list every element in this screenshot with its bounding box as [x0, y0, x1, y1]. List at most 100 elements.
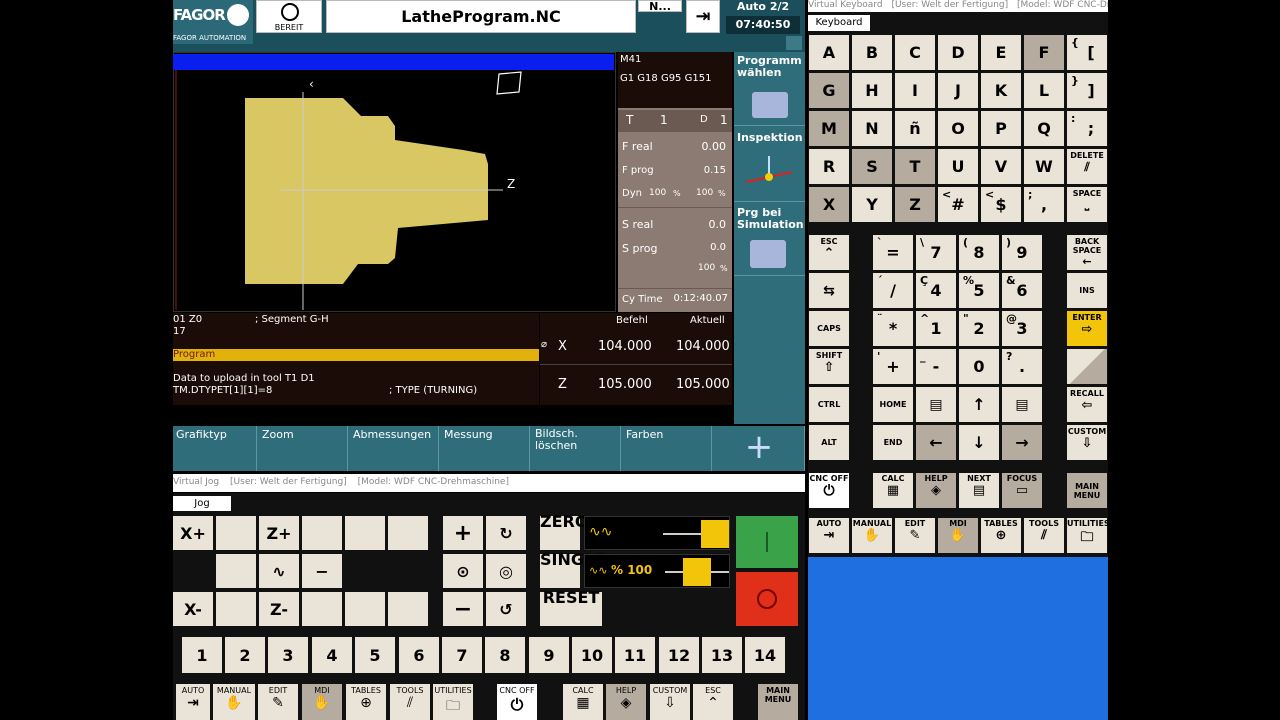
jog-z-minus-button[interactable]: Z-	[259, 592, 299, 626]
kb-key-bracket-close[interactable]: }]	[1067, 73, 1107, 108]
kb-num-key[interactable]: _ -	[916, 349, 956, 384]
jog-blank-key[interactable]	[388, 516, 428, 550]
jog-blank-key[interactable]	[216, 592, 256, 626]
jog-tab[interactable]: Jog	[173, 496, 231, 511]
kb-num-key[interactable]: 0	[959, 349, 999, 384]
kb-key-home[interactable]: HOME	[873, 387, 913, 422]
kb-key-m[interactable]: M	[809, 111, 849, 146]
calc-button[interactable]: CALC ▦	[563, 684, 603, 720]
kb-key-end[interactable]: END	[873, 425, 913, 460]
kb-key-x[interactable]: X	[809, 187, 849, 222]
kb-key-custom[interactable]: CUSTOM ⇩	[1067, 425, 1107, 460]
jog-x-minus-button[interactable]: X-	[173, 592, 213, 626]
side-btn-inspektion[interactable]: Inspektion	[734, 128, 805, 202]
kb-help-button[interactable]: HELP ◈	[916, 473, 956, 508]
kb-num-key[interactable]: ' +	[873, 349, 913, 384]
number-key[interactable]: 14	[745, 637, 785, 673]
kb-key-hash[interactable]: < #	[938, 187, 978, 222]
jog-rapid-button[interactable]: ∿	[259, 554, 299, 588]
jog-blank-key[interactable]	[302, 516, 342, 550]
kb-calc-button[interactable]: CALC ▦	[873, 473, 913, 508]
kb-key-n[interactable]: N	[852, 111, 892, 146]
esc-button[interactable]: ESC ⌃	[693, 684, 733, 720]
kb-num-key[interactable]: ^ 1	[916, 311, 956, 346]
kb-num-key[interactable]: Ç4	[916, 273, 956, 308]
kb-num-key[interactable]: @3	[1002, 311, 1042, 346]
kb-num-key[interactable]: \ 7	[916, 235, 956, 270]
kb-key-enter[interactable]: ENTER ⇨	[1067, 311, 1107, 346]
softkey-farben[interactable]: Farben	[623, 426, 712, 471]
number-key[interactable]: 7	[442, 637, 482, 673]
kb-key-a[interactable]: A	[809, 35, 849, 70]
status-indicator[interactable]: BEREIT	[256, 0, 322, 33]
kb-mode-tables[interactable]: TABLES ⊕	[981, 518, 1021, 553]
kb-num-key[interactable]: (8	[959, 235, 999, 270]
spindle-plus-button[interactable]: +	[443, 516, 483, 550]
jog-blank-key[interactable]	[388, 592, 428, 626]
kb-key-semicolon[interactable]: :;	[1067, 111, 1107, 146]
number-key[interactable]: 1	[182, 637, 222, 673]
kb-key-caps[interactable]: CAPS	[809, 311, 849, 346]
kb-mode-mdi[interactable]: MDI ✋	[938, 518, 978, 553]
kb-key-u[interactable]: U	[938, 149, 978, 184]
kb-key-j[interactable]: J	[938, 73, 978, 108]
kb-key-esc[interactable]: ESC ⌃	[809, 235, 849, 270]
side-btn-programm[interactable]: Programm wählen	[734, 52, 805, 126]
number-key[interactable]: 9	[529, 637, 569, 673]
spindle-minus-button[interactable]: −	[443, 592, 483, 626]
feed-override-slider[interactable]: ∿∿ % 100	[584, 554, 730, 588]
kb-key-blank[interactable]	[1067, 349, 1107, 384]
single-button[interactable]: SINGLE	[540, 552, 605, 588]
kb-num-key[interactable]: ` =	[873, 235, 913, 270]
number-key[interactable]: 3	[268, 637, 308, 673]
number-key[interactable]: 13	[702, 637, 742, 673]
kb-key-pgup[interactable]: ▤	[916, 387, 956, 422]
number-key[interactable]: 8	[485, 637, 525, 673]
kb-key-right[interactable]: →	[1002, 425, 1042, 460]
cnc-off-button[interactable]: CNC OFF ⏻	[497, 684, 537, 720]
spindle-stop-button[interactable]: ◎	[486, 554, 526, 588]
kb-key-up[interactable]: ↑	[959, 387, 999, 422]
kb-num-key[interactable]: & 6	[1002, 273, 1042, 308]
kb-num-key[interactable]: ´ /	[873, 273, 913, 308]
kb-key-w[interactable]: W	[1024, 149, 1064, 184]
kb-key-d[interactable]: D	[938, 35, 978, 70]
kb-key-s[interactable]: S	[852, 149, 892, 184]
mode-manual-button[interactable]: MANUAL ✋	[213, 684, 255, 720]
kb-key-i[interactable]: I	[895, 73, 935, 108]
kb-key-k[interactable]: K	[981, 73, 1021, 108]
slider-thumb[interactable]	[701, 520, 729, 548]
number-key[interactable]: 2	[225, 637, 265, 673]
jog-blank-key[interactable]	[216, 554, 256, 588]
softkey-zoom[interactable]: Zoom	[259, 426, 348, 471]
slider-thumb[interactable]	[683, 558, 711, 586]
kb-key-q[interactable]: Q	[1024, 111, 1064, 146]
kb-main-menu-button[interactable]: MAIN MENU	[1067, 473, 1107, 508]
kb-key-bracket-open[interactable]: {[	[1067, 35, 1107, 70]
kb-num-key[interactable]: " 2	[959, 311, 999, 346]
kb-key-z[interactable]: Z	[895, 187, 935, 222]
kb-key-space[interactable]: SPACE ⎵	[1067, 187, 1107, 222]
cycle-stop-button[interactable]	[736, 572, 798, 626]
kb-key-h[interactable]: H	[852, 73, 892, 108]
kb-key-ctrl[interactable]: CTRL	[809, 387, 849, 422]
kb-key-r[interactable]: R	[809, 149, 849, 184]
kb-key-left[interactable]: ←	[916, 425, 956, 460]
jog-blank-key[interactable]	[302, 592, 342, 626]
kb-num-key[interactable]: ?.	[1002, 349, 1042, 384]
kb-tab[interactable]: Keyboard	[808, 15, 870, 31]
spindle-ccw-button[interactable]: ↺	[486, 592, 526, 626]
side-btn-simulation[interactable]: Prg bei Simulation	[734, 204, 805, 276]
kb-key-ins[interactable]: INS	[1067, 273, 1107, 308]
kb-key-recall[interactable]: RECALL ⇦	[1067, 387, 1107, 422]
kb-key-g[interactable]: G	[809, 73, 849, 108]
number-key[interactable]: 10	[572, 637, 612, 673]
softkey-abmessungen[interactable]: Abmessungen	[350, 426, 439, 471]
kb-key-tab[interactable]: ⇆	[809, 273, 849, 308]
mode-mdi-button[interactable]: MDI ✋	[302, 684, 342, 720]
number-key[interactable]: 5	[355, 637, 395, 673]
number-key[interactable]: 11	[615, 637, 655, 673]
zero-button[interactable]: ZERO	[540, 514, 588, 550]
kb-key-o[interactable]: O	[938, 111, 978, 146]
rapid-override-slider[interactable]: ∿∿	[584, 516, 730, 550]
